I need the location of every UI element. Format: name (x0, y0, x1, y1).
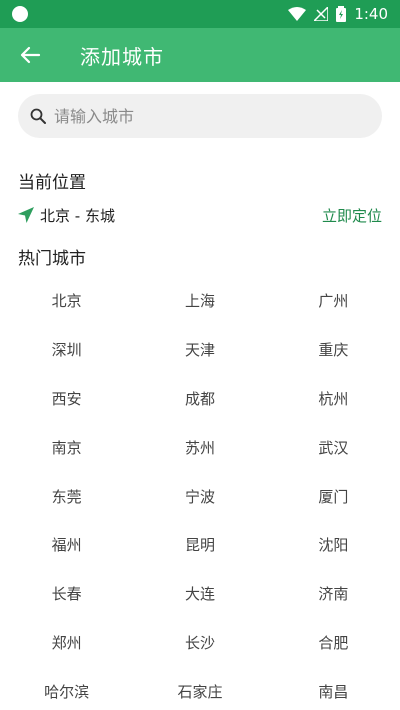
city-item[interactable]: 沈阳 (267, 520, 400, 569)
city-item[interactable]: 西安 (0, 374, 133, 423)
city-item[interactable]: 郑州 (0, 618, 133, 667)
city-item[interactable]: 南京 (0, 423, 133, 472)
app-bar: 添加城市 (0, 28, 400, 82)
hot-cities-heading: 热门城市 (18, 249, 86, 269)
current-location-heading: 当前位置 (18, 173, 86, 193)
arrow-left-icon (20, 46, 41, 64)
city-item[interactable]: 石家庄 (133, 667, 266, 710)
city-item[interactable]: 哈尔滨 (0, 667, 133, 710)
status-icons: 1:40 (288, 5, 388, 23)
navigation-arrow-icon (18, 207, 34, 223)
city-item[interactable]: 重庆 (267, 325, 400, 374)
status-bar: 1:40 (0, 0, 400, 28)
city-item[interactable]: 福州 (0, 520, 133, 569)
notification-dot-icon (12, 6, 28, 22)
city-item[interactable]: 武汉 (267, 423, 400, 472)
city-item[interactable]: 成都 (133, 374, 266, 423)
city-item[interactable]: 上海 (133, 276, 266, 325)
battery-icon (336, 6, 347, 22)
back-button[interactable] (0, 28, 60, 82)
city-item[interactable]: 南昌 (267, 667, 400, 710)
city-item[interactable]: 合肥 (267, 618, 400, 667)
search-input[interactable] (54, 106, 354, 126)
city-item[interactable]: 济南 (267, 569, 400, 618)
city-item[interactable]: 北京 (0, 276, 133, 325)
search-icon (30, 108, 46, 124)
city-item[interactable]: 厦门 (267, 472, 400, 521)
city-item[interactable]: 深圳 (0, 325, 133, 374)
city-item[interactable]: 苏州 (133, 423, 266, 472)
city-item[interactable]: 大连 (133, 569, 266, 618)
locate-now-button[interactable]: 立即定位 (322, 205, 382, 226)
current-location-text: 北京 - 东城 (40, 206, 115, 225)
city-item[interactable]: 东莞 (0, 472, 133, 521)
wifi-icon (288, 7, 307, 21)
signal-icon (314, 7, 329, 21)
status-time: 1:40 (354, 5, 388, 23)
city-item[interactable]: 昆明 (133, 520, 266, 569)
current-location-row: 北京 - 东城 立即定位 (18, 202, 382, 228)
city-item[interactable]: 天津 (133, 325, 266, 374)
city-item[interactable]: 杭州 (267, 374, 400, 423)
search-bar[interactable] (18, 94, 382, 138)
hot-cities-grid: 北京 上海 广州 深圳 天津 重庆 西安 成都 杭州 南京 苏州 武汉 东莞 宁… (0, 276, 400, 710)
page-title: 添加城市 (80, 44, 164, 69)
city-item[interactable]: 长沙 (133, 618, 266, 667)
city-item[interactable]: 宁波 (133, 472, 266, 521)
city-item[interactable]: 长春 (0, 569, 133, 618)
city-item[interactable]: 广州 (267, 276, 400, 325)
